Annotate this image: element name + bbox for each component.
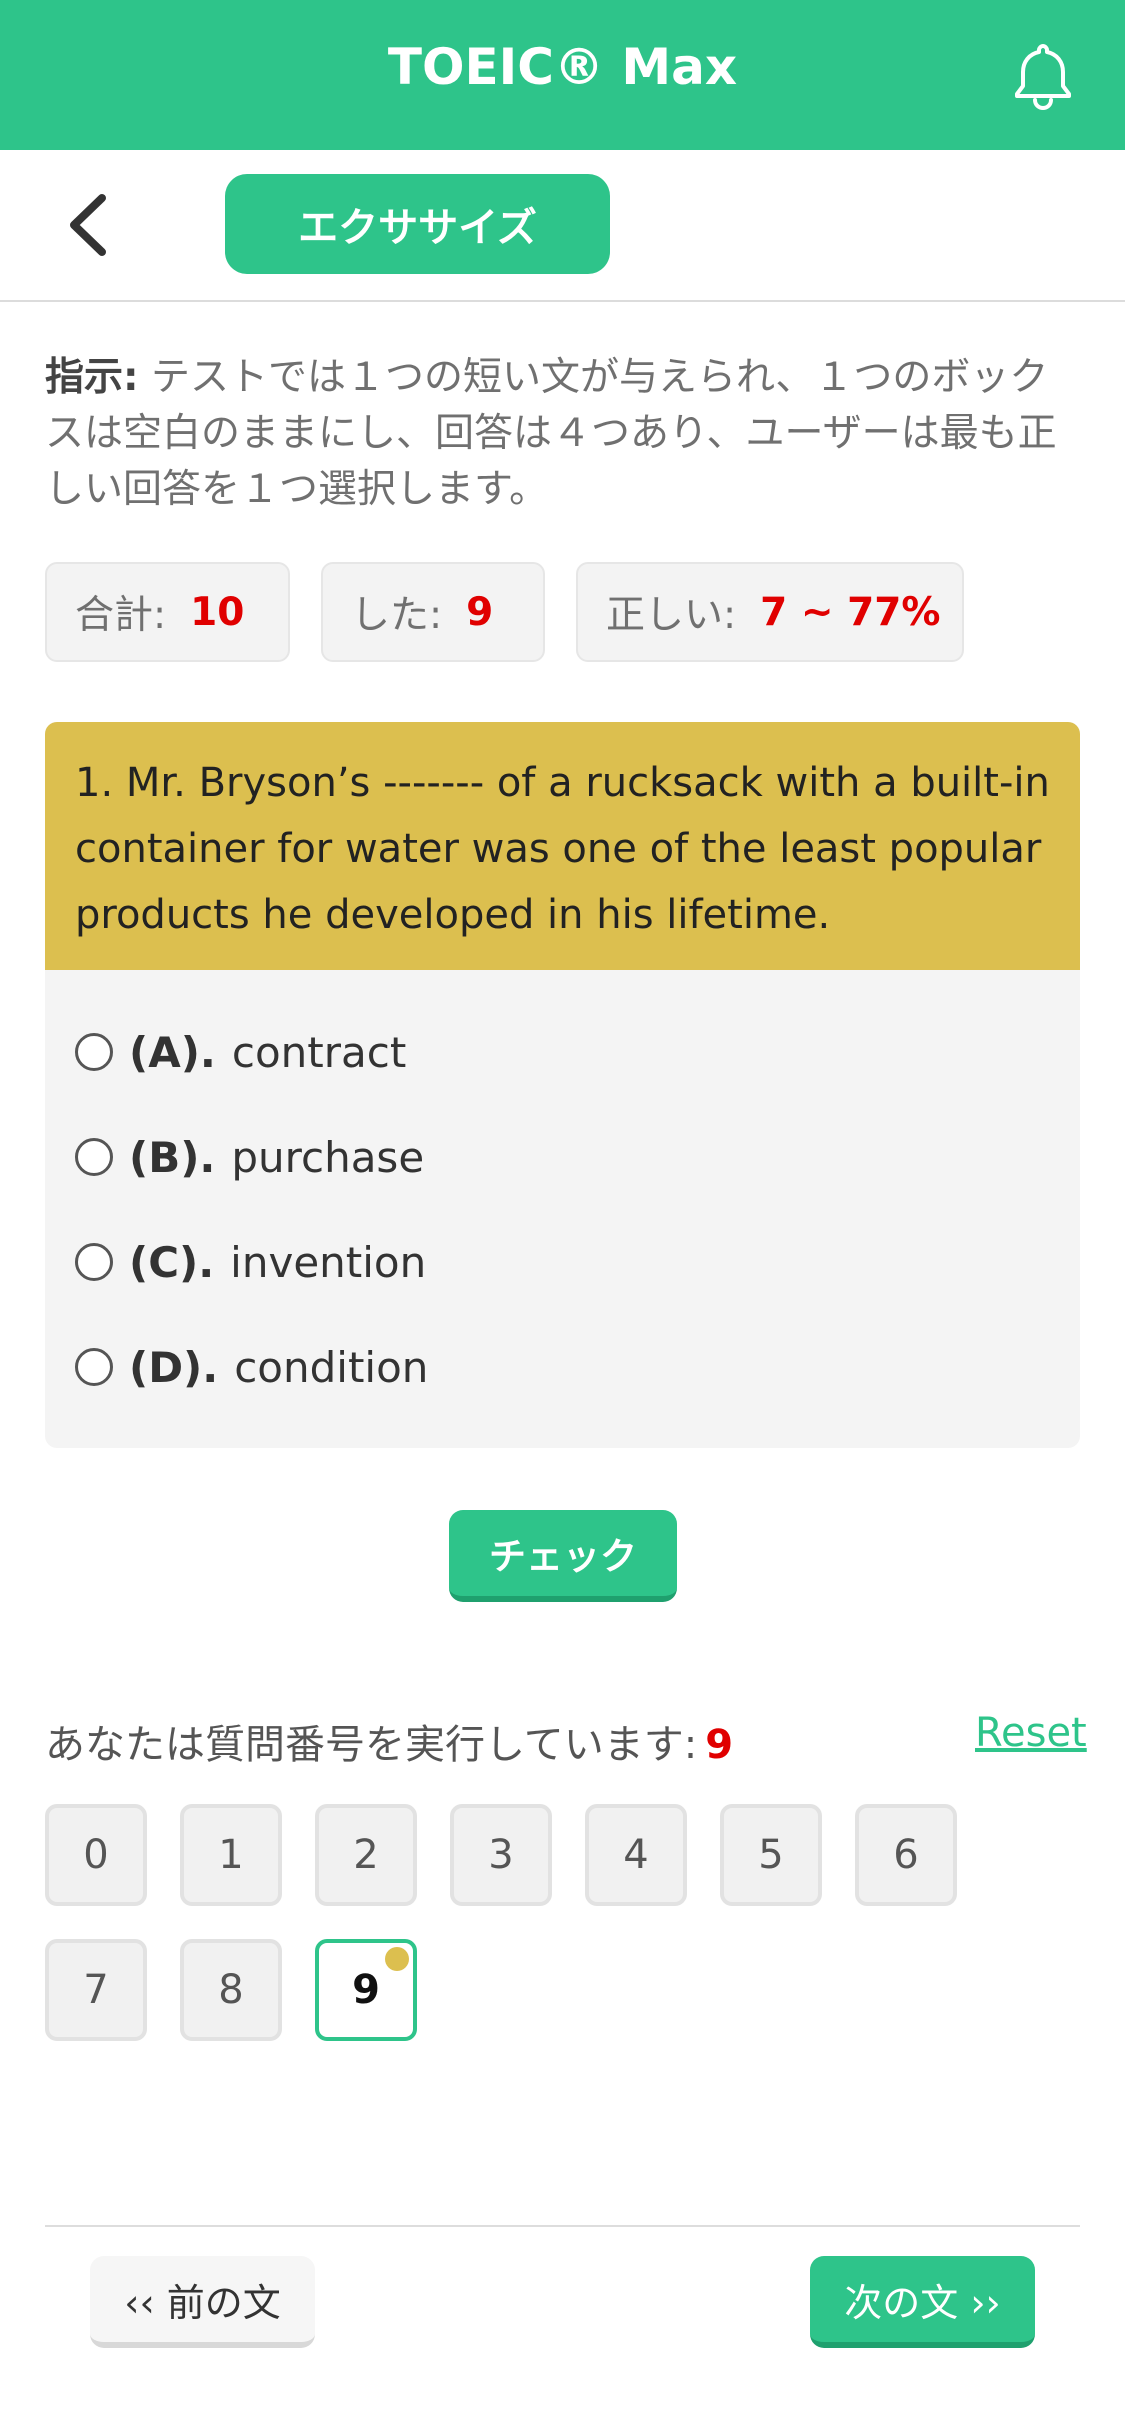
stat-total: 合計: 10 — [45, 562, 290, 662]
option-text: condition — [234, 1342, 429, 1392]
footer-divider — [45, 2225, 1080, 2227]
app-title: TOEIC® Max — [387, 38, 738, 96]
option-a[interactable]: (A). contract — [75, 1012, 406, 1092]
radio-button[interactable] — [75, 1348, 113, 1386]
sub-header: エクササイズ — [0, 150, 1125, 302]
radio-button[interactable] — [75, 1138, 113, 1176]
bell-icon[interactable] — [1005, 38, 1081, 114]
question-number-2[interactable]: 2 — [315, 1804, 417, 1906]
option-letter: (C). — [129, 1237, 215, 1287]
instruction-body: テストでは１つの短い文が与えられ、１つのボックスは空白のままにし、回答は４つあり… — [45, 355, 1057, 512]
stat-done-value: 9 — [466, 589, 494, 635]
app-bar: TOEIC® Max — [0, 0, 1125, 150]
previous-sentence-button[interactable]: ‹‹ 前の文 — [90, 2256, 315, 2348]
option-d[interactable]: (D). condition — [75, 1327, 428, 1407]
question-number-5[interactable]: 5 — [720, 1804, 822, 1906]
chevron-left-icon[interactable] — [60, 190, 120, 260]
current-marker-dot — [385, 1947, 409, 1971]
stat-done: した: 9 — [321, 562, 545, 662]
check-button[interactable]: チェック — [449, 1510, 677, 1602]
instruction-label: 指示: — [45, 355, 139, 400]
progress-current: 9 — [705, 1722, 734, 1768]
stat-correct-label: 正しい: — [606, 593, 737, 638]
option-text: contract — [231, 1027, 407, 1077]
question-number-0[interactable]: 0 — [45, 1804, 147, 1906]
option-letter: (A). — [129, 1027, 216, 1077]
stat-correct: 正しい: 7 ~ 77% — [576, 562, 964, 662]
question-number-7[interactable]: 7 — [45, 1939, 147, 2041]
question-text: 1. Mr. Bryson’s ------- of a rucksack wi… — [45, 722, 1080, 970]
option-text: invention — [230, 1237, 427, 1287]
stat-total-label: 合計: — [75, 593, 167, 638]
radio-button[interactable] — [75, 1243, 113, 1281]
question-number-6[interactable]: 6 — [855, 1804, 957, 1906]
stat-total-value: 10 — [190, 589, 245, 635]
option-letter: (B). — [129, 1132, 216, 1182]
progress-label: あなたは質問番号を実行しています: 9 — [45, 1712, 733, 1770]
stat-done-label: した: — [351, 593, 443, 638]
option-letter: (D). — [129, 1342, 219, 1392]
next-sentence-button[interactable]: 次の文 ›› — [810, 2256, 1035, 2348]
stat-correct-value: 7 ~ 77% — [760, 589, 941, 635]
question-number-3[interactable]: 3 — [450, 1804, 552, 1906]
option-text: purchase — [231, 1132, 425, 1182]
question-number-4[interactable]: 4 — [585, 1804, 687, 1906]
option-c[interactable]: (C). invention — [75, 1222, 426, 1302]
question-number-label: 9 — [352, 1967, 380, 2013]
question-number-8[interactable]: 8 — [180, 1939, 282, 2041]
reset-link[interactable]: Reset — [975, 1710, 1087, 1756]
option-b[interactable]: (B). purchase — [75, 1117, 424, 1197]
question-number-1[interactable]: 1 — [180, 1804, 282, 1906]
tab-exercise[interactable]: エクササイズ — [225, 174, 610, 274]
progress-label-text: あなたは質問番号を実行しています: — [45, 1722, 698, 1768]
radio-button[interactable] — [75, 1033, 113, 1071]
question-number-9-current[interactable]: 9 — [315, 1939, 417, 2041]
question-card: 1. Mr. Bryson’s ------- of a rucksack wi… — [45, 722, 1080, 1448]
instruction-text: 指示: テストでは１つの短い文が与えられ、１つのボックスは空白のままにし、回答は… — [45, 350, 1075, 518]
